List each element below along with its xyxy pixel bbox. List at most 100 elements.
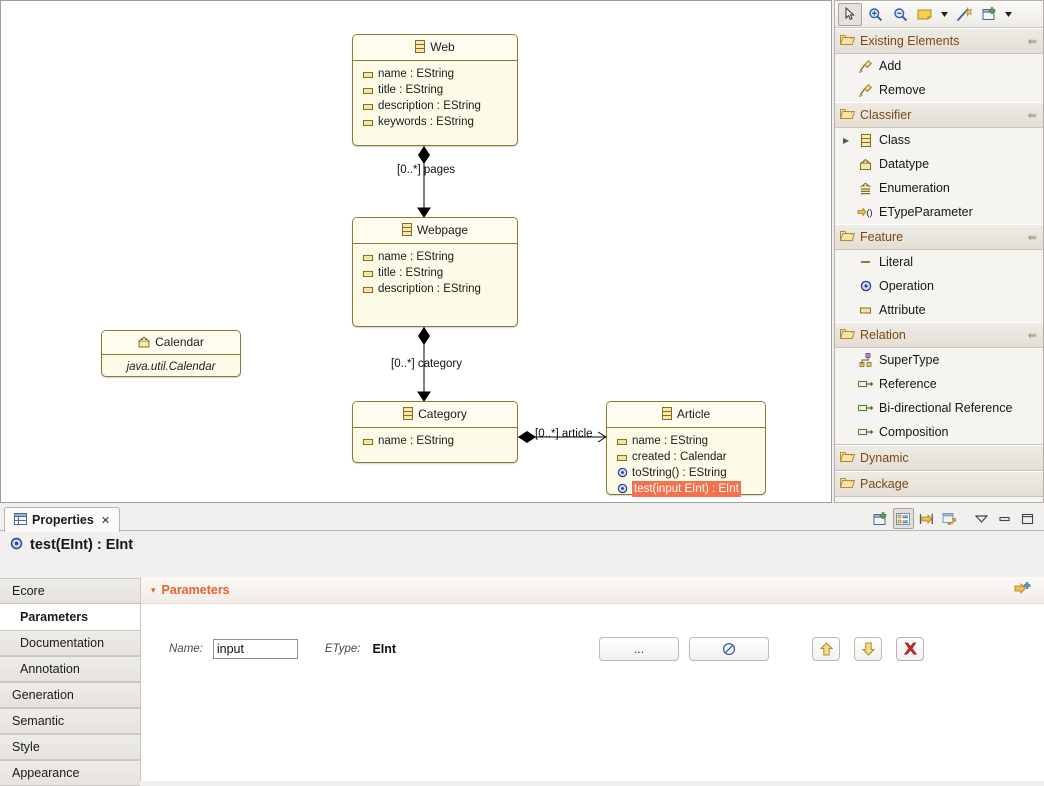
- zoom-in-tool[interactable]: [863, 3, 887, 26]
- palette-item-enumeration[interactable]: Enumeration: [835, 176, 1043, 200]
- note-attachment-tool[interactable]: [952, 3, 976, 26]
- palette-group-classifier[interactable]: Classifier ⇚: [835, 102, 1043, 128]
- feature-row[interactable]: description : EString: [353, 281, 517, 297]
- browse-etype-button[interactable]: ...: [599, 637, 680, 661]
- palette-item-remove[interactable]: Remove: [835, 78, 1043, 102]
- parameters-section-header[interactable]: ▾ Parameters: [141, 577, 1044, 604]
- collapse-icon[interactable]: ⇚: [1028, 231, 1037, 244]
- feature-row[interactable]: title : EString: [353, 82, 517, 98]
- feature-label: toString() : EString: [632, 467, 727, 479]
- class-icon: [661, 404, 672, 429]
- note-dropdown[interactable]: [938, 3, 951, 26]
- operation-icon: [10, 537, 23, 553]
- collapse-icon[interactable]: ⇚: [1028, 35, 1037, 48]
- palette-group-package[interactable]: Package: [835, 471, 1043, 497]
- class-node-features: name : EString title : EString descripti…: [353, 244, 517, 297]
- note-tool[interactable]: [913, 3, 937, 26]
- datatype-node-calendar[interactable]: Calendar java.util.Calendar: [101, 330, 241, 377]
- etype-value: EInt: [372, 642, 397, 656]
- prop-tab-documentation[interactable]: Documentation: [0, 630, 140, 656]
- class-icon: [415, 37, 426, 62]
- edge-label-category: [0..*] category: [391, 358, 462, 370]
- add-parameter-icon[interactable]: [1014, 581, 1032, 599]
- prop-tab-semantic[interactable]: Semantic: [0, 708, 140, 734]
- zoom-out-tool[interactable]: [888, 3, 912, 26]
- palette-item-etypeparameter[interactable]: () ETypeParameter: [835, 200, 1043, 224]
- palette-item-label: Reference: [879, 377, 937, 391]
- tab-properties[interactable]: Properties ✕: [4, 507, 121, 532]
- palette-group-dynamic[interactable]: Dynamic: [835, 445, 1043, 471]
- class-node-header: Category: [353, 402, 517, 428]
- palette-item-datatype[interactable]: Datatype: [835, 152, 1043, 176]
- diagram-canvas-inner[interactable]: Web name : EString title : EString descr…: [1, 1, 831, 502]
- delete-parameter-button[interactable]: [896, 637, 925, 661]
- palette-item-operation[interactable]: Operation: [835, 274, 1043, 298]
- properties-view-toolbar: [870, 508, 1038, 529]
- eclipse-ecore-editor-window: Web name : EString title : EString descr…: [0, 0, 1044, 786]
- prop-tab-ecore[interactable]: Ecore: [0, 578, 140, 604]
- palette-item-attribute[interactable]: Attribute: [835, 298, 1043, 322]
- feature-row[interactable]: toString() : EString: [607, 465, 765, 481]
- restore-defaults-button[interactable]: [939, 508, 960, 529]
- move-down-button[interactable]: [854, 637, 883, 661]
- prop-tab-parameters[interactable]: Parameters: [0, 604, 140, 630]
- maximize-button[interactable]: [1017, 508, 1038, 529]
- palette-item-label: Composition: [879, 425, 949, 439]
- feature-row[interactable]: name : EString: [353, 249, 517, 265]
- feature-row[interactable]: keywords : EString: [353, 114, 517, 130]
- palette-group-relation[interactable]: Relation ⇚: [835, 322, 1043, 348]
- feature-row[interactable]: name : EString: [607, 433, 765, 449]
- edge-label-pages: [0..*] pages: [397, 164, 456, 176]
- feature-label: title : EString: [378, 84, 444, 96]
- feature-row[interactable]: name : EString: [353, 433, 517, 449]
- feature-row[interactable]: title : EString: [353, 265, 517, 281]
- palette-item-supertype[interactable]: SuperType: [835, 348, 1043, 372]
- move-up-button[interactable]: [812, 637, 841, 661]
- feature-row-selected[interactable]: test(input EInt) : EInt: [607, 481, 765, 497]
- pin-properties-button[interactable]: [916, 508, 937, 529]
- tab-properties-label: Properties: [32, 513, 94, 527]
- shape-dropdown[interactable]: [1002, 3, 1015, 26]
- prop-tab-annotation[interactable]: Annotation: [0, 656, 140, 682]
- palette-item-label: Datatype: [879, 157, 930, 171]
- chevron-right-icon[interactable]: ▶: [843, 136, 849, 145]
- chevron-down-icon[interactable]: ▾: [151, 585, 156, 596]
- palette-item-bidirectional-reference[interactable]: Bi-directional Reference: [835, 396, 1043, 420]
- feature-row[interactable]: description : EString: [353, 98, 517, 114]
- palette-item-reference[interactable]: Reference: [835, 372, 1043, 396]
- class-node-category[interactable]: Category name : EString: [352, 401, 518, 463]
- palette-group-existing-elements[interactable]: Existing Elements ⇚: [835, 28, 1043, 54]
- class-node-name: Category: [418, 407, 467, 421]
- select-tool[interactable]: [838, 2, 862, 26]
- show-categories-button[interactable]: [893, 508, 914, 529]
- palette-item-add[interactable]: Add: [835, 54, 1043, 78]
- class-icon: [857, 133, 874, 147]
- palette-item-literal[interactable]: Literal: [835, 250, 1043, 274]
- diagram-canvas[interactable]: Web name : EString title : EString descr…: [0, 0, 832, 503]
- minimize-button[interactable]: [994, 508, 1015, 529]
- palette-group-feature[interactable]: Feature ⇚: [835, 224, 1043, 250]
- show-advanced-button[interactable]: [870, 508, 891, 529]
- view-menu-button[interactable]: [971, 508, 992, 529]
- class-node-article[interactable]: Article name : EString created : Calenda…: [606, 401, 766, 497]
- class-node-webpage[interactable]: Webpage name : EString title : EString d…: [352, 217, 518, 327]
- collapse-icon[interactable]: ⇚: [1028, 329, 1037, 342]
- clear-etype-button[interactable]: [689, 637, 770, 661]
- close-icon[interactable]: ✕: [101, 514, 110, 527]
- delete-x-icon: [903, 642, 917, 655]
- prop-tab-style[interactable]: Style: [0, 734, 140, 760]
- palette-item-class[interactable]: ▶ Class: [835, 128, 1043, 152]
- feature-label: name : EString: [378, 435, 455, 447]
- palette-item-composition[interactable]: Composition: [835, 420, 1043, 444]
- prop-tab-generation[interactable]: Generation: [0, 682, 140, 708]
- folder-icon: [839, 451, 856, 466]
- shape-tool[interactable]: [977, 3, 1001, 26]
- class-node-web[interactable]: Web name : EString title : EString descr…: [352, 34, 518, 146]
- feature-row[interactable]: name : EString: [353, 66, 517, 82]
- prop-tab-appearance[interactable]: Appearance: [0, 760, 140, 786]
- feature-row[interactable]: created : Calendar: [607, 449, 765, 465]
- collapse-icon[interactable]: ⇚: [1028, 109, 1037, 122]
- parameter-name-input[interactable]: [212, 639, 298, 659]
- pin-icon: [857, 59, 874, 74]
- palette-group-label: Dynamic: [860, 451, 909, 465]
